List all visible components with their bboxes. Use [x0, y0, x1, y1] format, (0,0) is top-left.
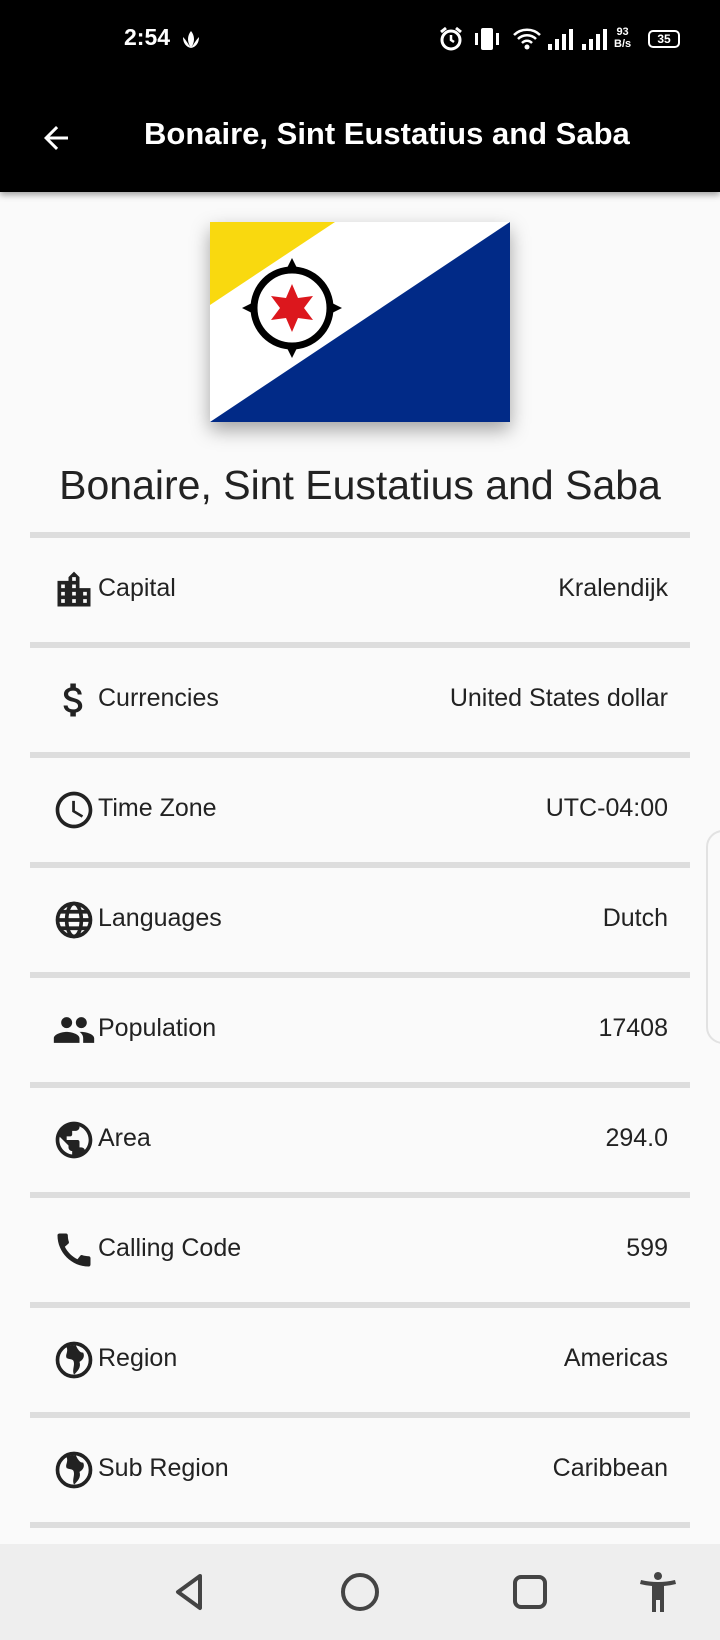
- public-globe-icon: [55, 1121, 93, 1159]
- detail-value: 294.0: [605, 1124, 668, 1152]
- detail-value: 17408: [598, 1014, 668, 1042]
- detail-row-region: Region Americas: [30, 1308, 690, 1412]
- detail-row-time-zone: Time Zone UTC-04:00: [30, 758, 690, 862]
- detail-label: Calling Code: [98, 1234, 242, 1262]
- network-speed-value: 93: [616, 26, 629, 38]
- phone-icon: [57, 1233, 91, 1267]
- nav-home-button[interactable]: [336, 1568, 384, 1616]
- status-bar: 2:54 93 B/s 35: [0, 0, 720, 80]
- square-recents-icon: [513, 1575, 547, 1609]
- detail-row-currencies: Currencies United States dollar: [30, 648, 690, 752]
- app-bar: Bonaire, Sint Eustatius and Saba: [0, 80, 720, 192]
- signal-icon: [548, 29, 573, 50]
- detail-label: Languages: [98, 904, 222, 932]
- detail-row-area: Area 294.0: [30, 1088, 690, 1192]
- lotus-icon: [183, 31, 199, 48]
- circle-home-icon: [341, 1573, 379, 1611]
- status-time: 2:54: [124, 24, 171, 50]
- detail-label: Capital: [98, 574, 176, 602]
- detail-row-population: Population 17408: [30, 978, 690, 1082]
- globe-icon: [55, 901, 93, 939]
- detail-row-sub-region: Sub Region Caribbean: [30, 1418, 690, 1522]
- nav-recents-button[interactable]: [506, 1568, 554, 1616]
- country-flag: [210, 222, 510, 422]
- detail-label: Currencies: [98, 684, 219, 712]
- wifi-icon: [513, 28, 541, 50]
- americas-globe-icon: [55, 1341, 93, 1379]
- triangle-back-icon: [176, 1574, 202, 1610]
- detail-value: UTC-04:00: [545, 794, 668, 822]
- clock-icon: [55, 791, 93, 829]
- dollar-icon: [63, 683, 83, 717]
- nav-accessibility-button[interactable]: [634, 1568, 682, 1616]
- americas-globe-icon: [55, 1451, 93, 1489]
- detail-value: Dutch: [602, 904, 668, 932]
- network-speed-unit: B/s: [614, 38, 632, 50]
- details-list: Capital Kralendijk Currencies United Sta…: [30, 532, 690, 1528]
- country-name-heading: Bonaire, Sint Eustatius and Saba: [59, 462, 661, 508]
- detail-label: Area: [98, 1124, 151, 1152]
- detail-value: 599: [626, 1234, 668, 1262]
- detail-row-calling-code: Calling Code 599: [30, 1198, 690, 1302]
- detail-value: United States dollar: [449, 684, 668, 712]
- detail-value: Caribbean: [552, 1454, 668, 1482]
- battery-indicator: 35: [648, 30, 680, 48]
- vibrate-icon: [475, 28, 499, 50]
- alarm-icon: [440, 26, 462, 51]
- detail-label: Sub Region: [98, 1454, 229, 1482]
- detail-value: Americas: [563, 1344, 668, 1372]
- nav-back-button[interactable]: [166, 1568, 214, 1616]
- system-navigation-bar: [0, 1544, 720, 1640]
- signal-icon-2: [582, 29, 607, 50]
- detail-label: Time Zone: [98, 794, 217, 822]
- network-speed: 93 B/s: [614, 26, 631, 50]
- detail-value: Kralendijk: [558, 574, 668, 602]
- arrow-back-icon: [44, 126, 68, 150]
- detail-label: Region: [98, 1344, 178, 1372]
- back-button[interactable]: [28, 110, 84, 166]
- detail-row-languages: Languages Dutch: [30, 868, 690, 972]
- edge-panel-handle[interactable]: [706, 830, 720, 1044]
- building-icon: [57, 571, 91, 607]
- detail-row-capital: Capital Kralendijk: [30, 538, 690, 642]
- app-bar-title: Bonaire, Sint Eustatius and Saba: [144, 116, 630, 151]
- detail-label: Population: [98, 1014, 217, 1042]
- accessibility-icon: [640, 1572, 676, 1612]
- people-icon: [53, 1017, 95, 1043]
- divider: [30, 1522, 690, 1528]
